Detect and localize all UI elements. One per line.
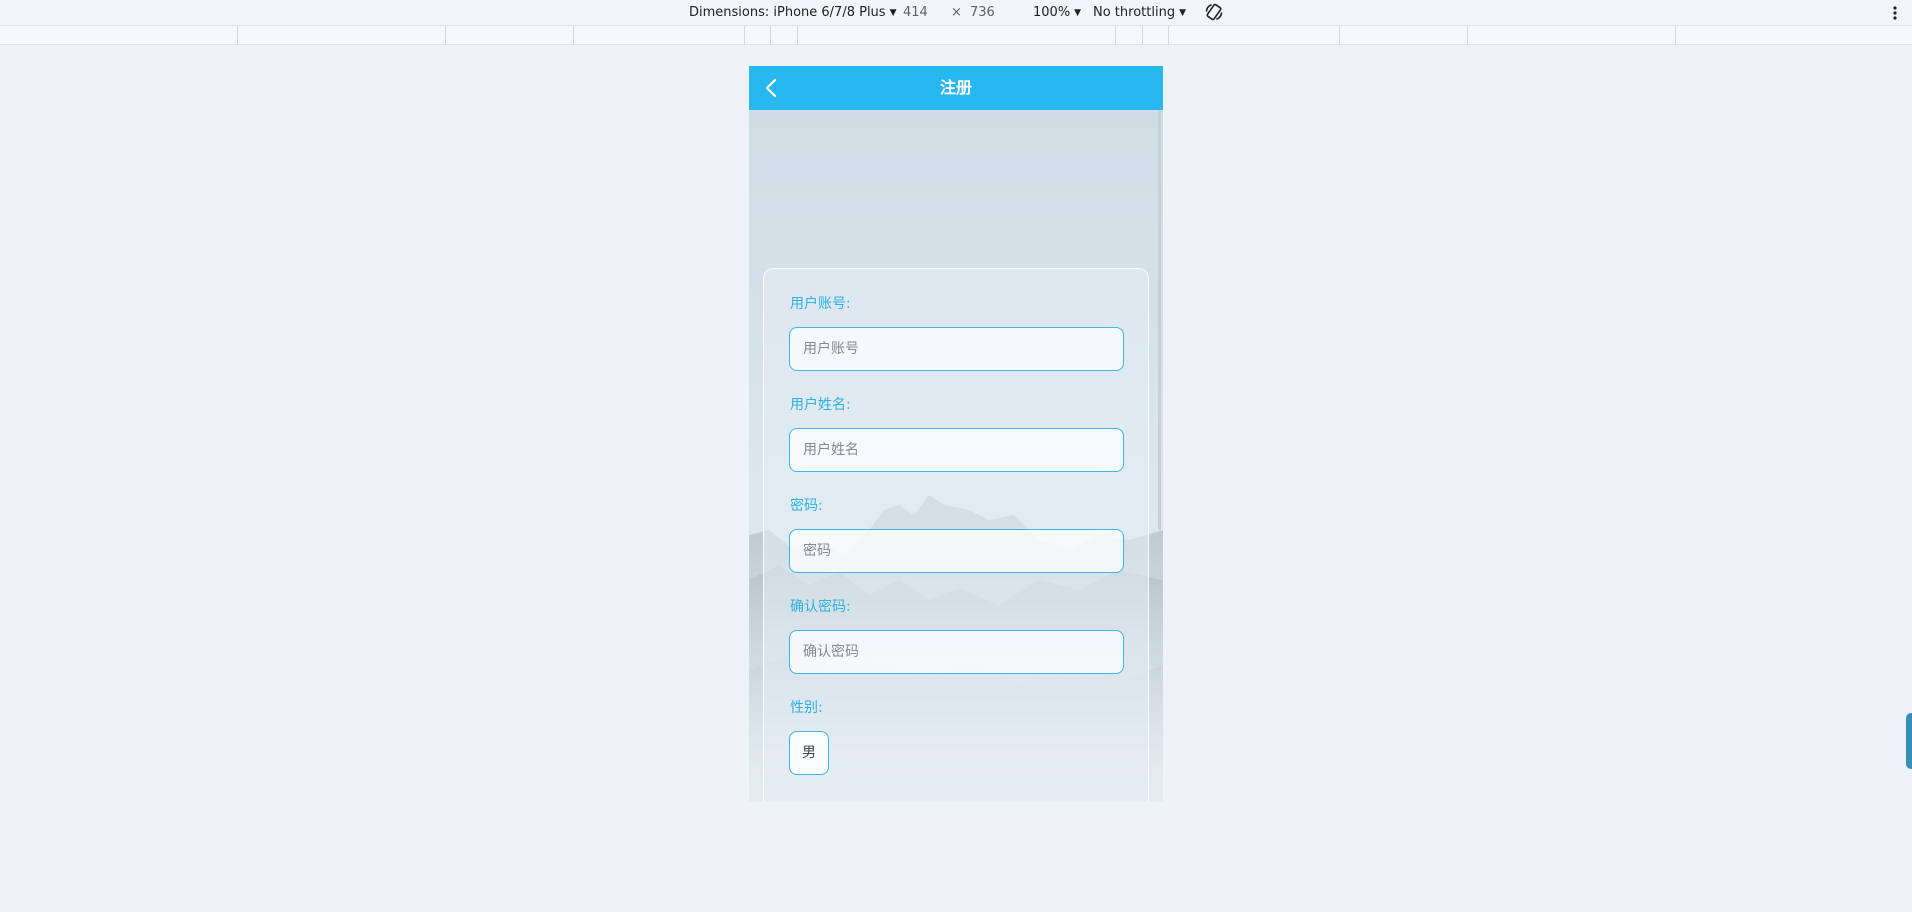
- height-input[interactable]: 736: [970, 5, 995, 20]
- floating-edge-widget[interactable]: [1906, 713, 1912, 769]
- name-input[interactable]: [789, 428, 1124, 472]
- ruler-tick: [1675, 26, 1676, 45]
- throttling-label: No throttling: [1093, 5, 1176, 20]
- ruler-tick: [797, 26, 798, 45]
- gender-select[interactable]: 男: [789, 731, 829, 775]
- confirm-password-label: 确认密码:: [790, 599, 851, 615]
- times-sign: ×: [951, 5, 962, 20]
- rotate-icon[interactable]: [1204, 2, 1224, 22]
- caret-down-icon: ▼: [1074, 8, 1082, 18]
- device-select[interactable]: Dimensions: iPhone 6/7/8 Plus ▼: [689, 5, 897, 21]
- ruler-tick: [770, 26, 771, 45]
- app-header: 注册: [749, 66, 1163, 110]
- throttling-select[interactable]: No throttling ▼: [1093, 5, 1186, 21]
- caret-down-icon: ▼: [889, 8, 897, 18]
- caret-down-icon: ▼: [1179, 8, 1186, 18]
- device-toolbar: Dimensions: iPhone 6/7/8 Plus ▼ 414 × 736…: [0, 0, 1912, 25]
- ruler-tick: [1339, 26, 1340, 45]
- ruler-tick: [1168, 26, 1169, 45]
- name-label: 用户姓名:: [790, 397, 851, 413]
- ruler-tick: [1142, 26, 1143, 45]
- ruler-tick: [1115, 26, 1116, 45]
- more-options-icon[interactable]: [1890, 3, 1900, 23]
- zoom-select[interactable]: 100% ▼: [1033, 5, 1081, 21]
- ruler-tick: [573, 26, 574, 45]
- scrollbar[interactable]: [1158, 110, 1161, 530]
- confirm-password-input[interactable]: [789, 630, 1124, 674]
- media-query-ruler: [0, 25, 1912, 45]
- gender-label: 性别:: [790, 700, 823, 716]
- back-arrow-icon[interactable]: [761, 76, 783, 100]
- device-select-label: Dimensions: iPhone 6/7/8 Plus: [689, 5, 886, 20]
- ruler-tick: [237, 26, 238, 45]
- ruler-tick: [445, 26, 446, 45]
- ruler-tick: [744, 26, 745, 45]
- ruler-tick: [1467, 26, 1468, 45]
- zoom-label: 100%: [1033, 5, 1071, 20]
- password-input[interactable]: [789, 529, 1124, 573]
- page-title: 注册: [939, 78, 972, 97]
- account-label: 用户账号:: [790, 296, 851, 312]
- account-input[interactable]: [789, 327, 1124, 371]
- device-viewport: 注册 用户账号: 用户姓名: 密码: 确认密码: 性别: 男: [749, 66, 1163, 802]
- register-form: 用户账号: 用户姓名: 密码: 确认密码: 性别: 男: [763, 268, 1149, 802]
- width-input[interactable]: 414: [903, 5, 928, 20]
- password-label: 密码:: [790, 498, 823, 514]
